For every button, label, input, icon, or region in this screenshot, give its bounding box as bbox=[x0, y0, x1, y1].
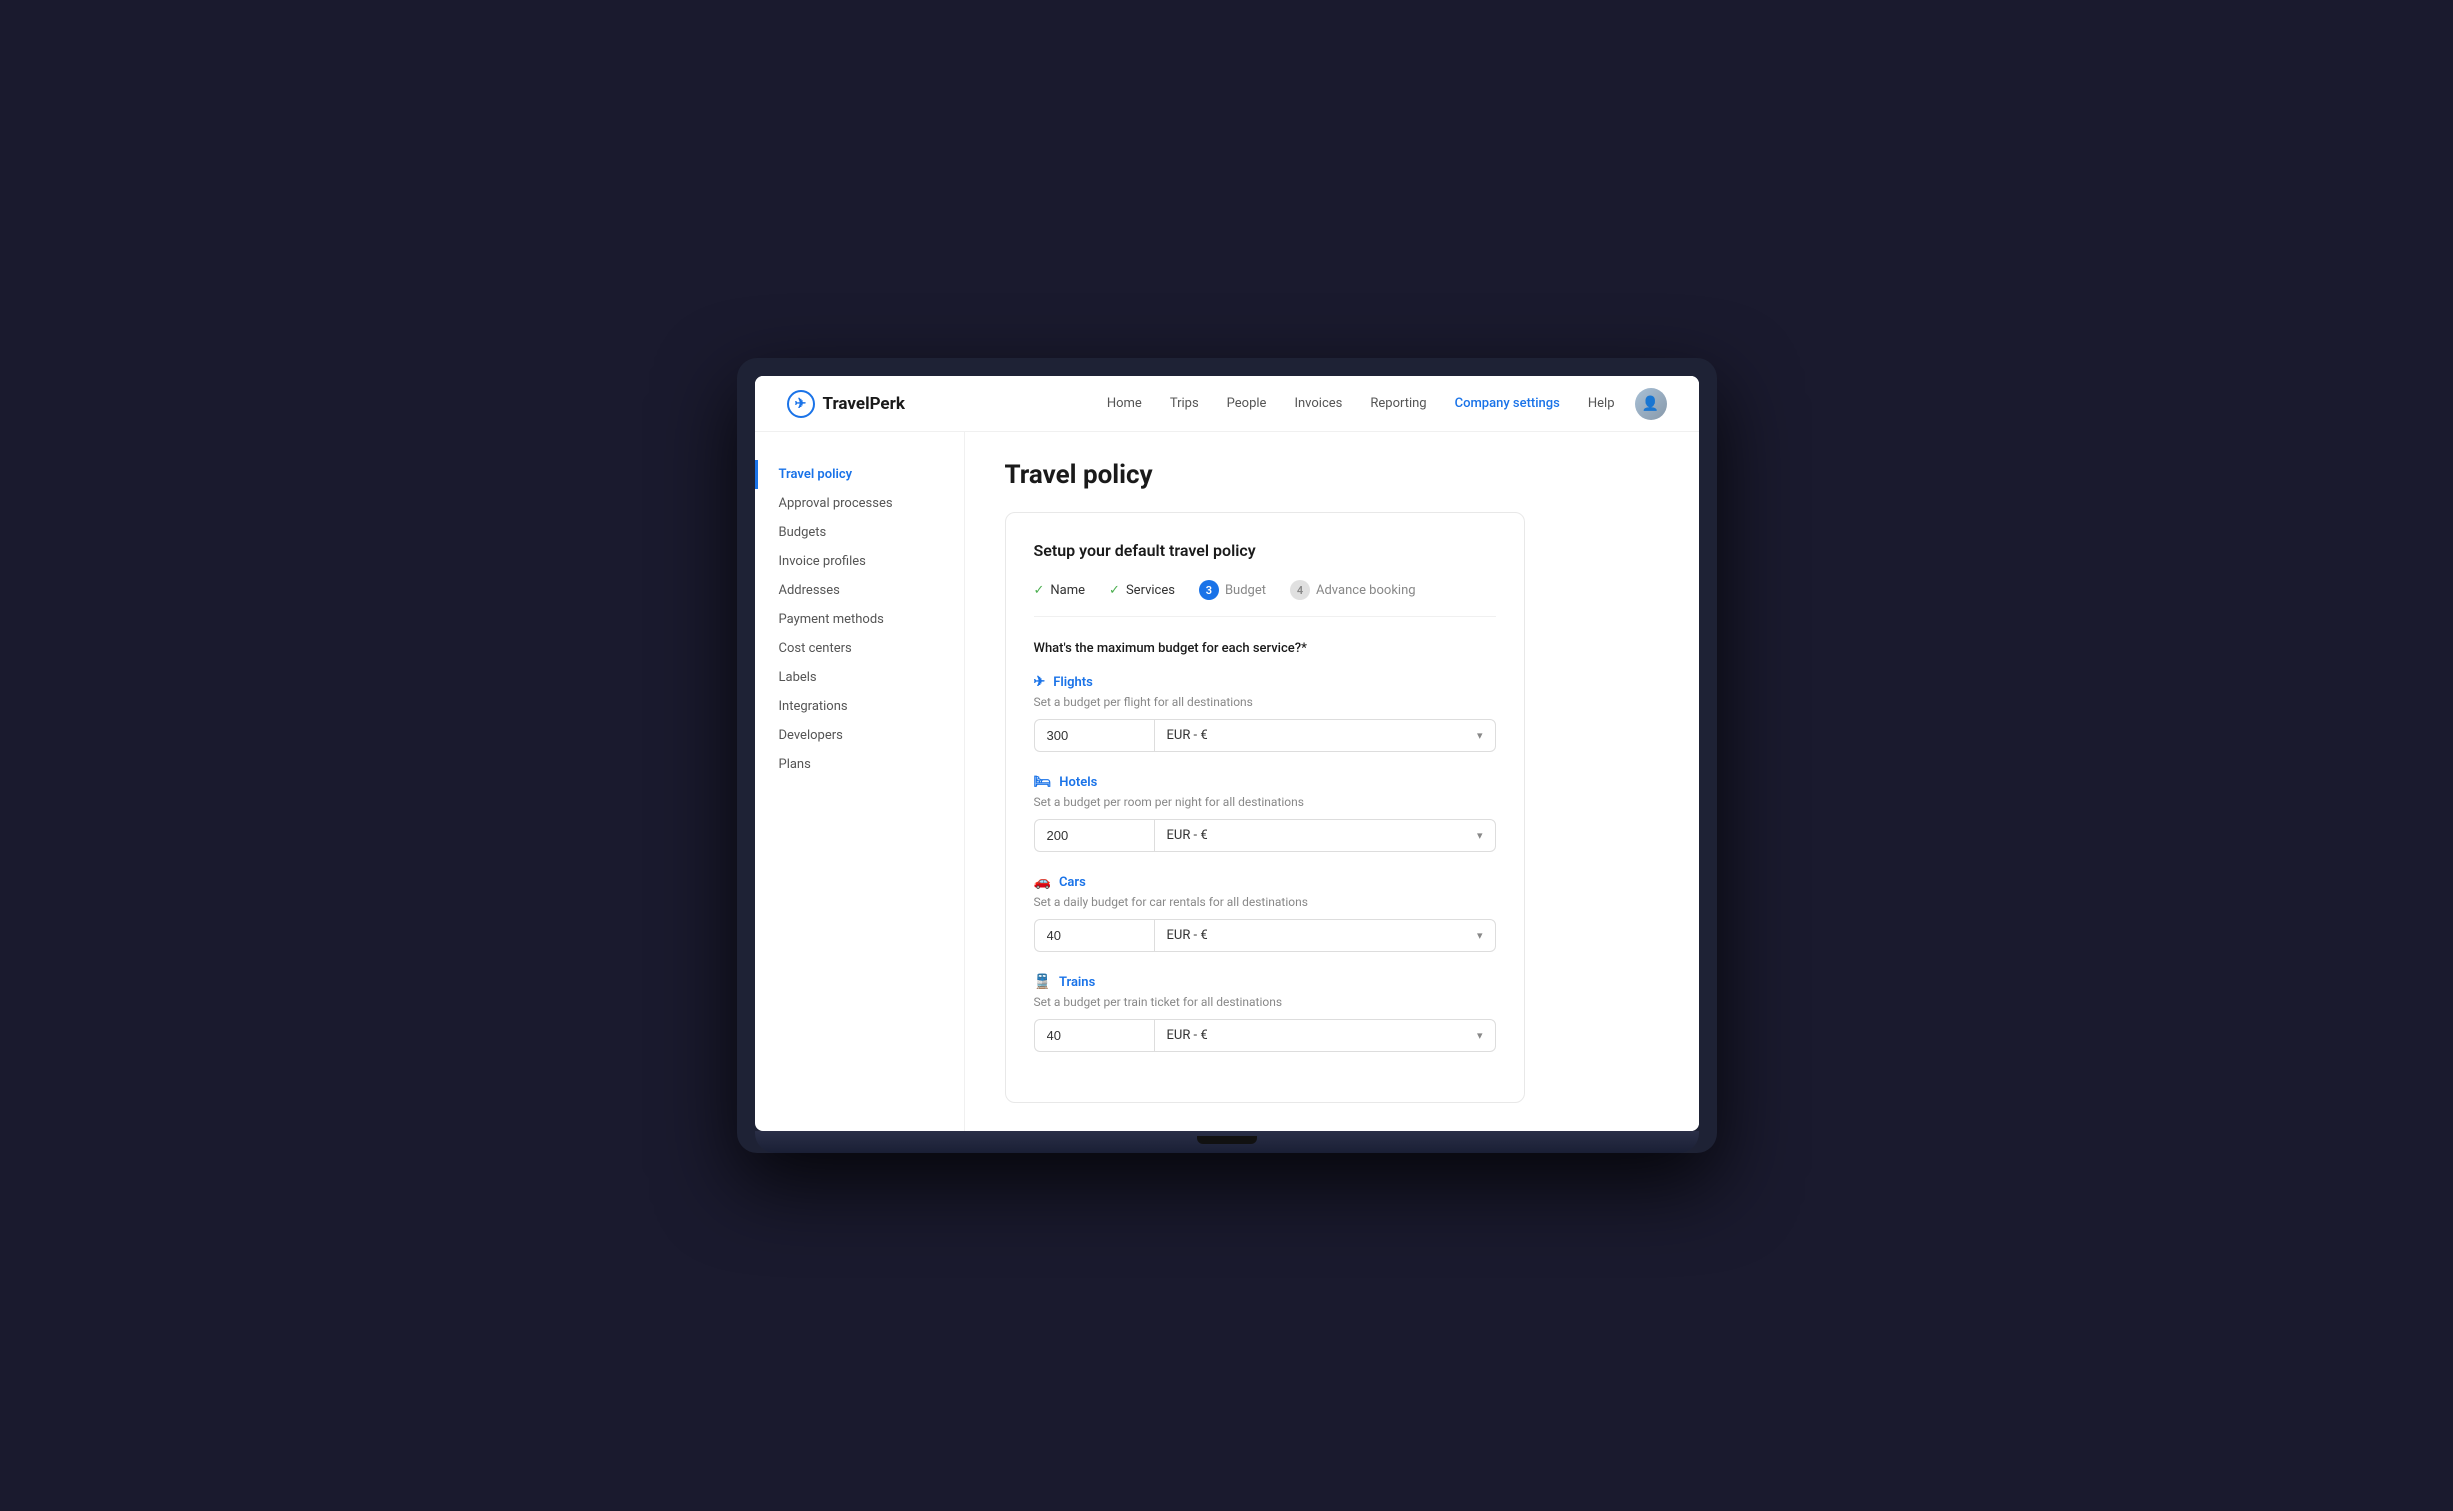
service-flights-title: ✈ Flights bbox=[1034, 674, 1496, 690]
card-title: Setup your default travel policy bbox=[1034, 541, 1496, 560]
top-nav: ✈ TravelPerk Home Trips People Invoices … bbox=[755, 376, 1699, 432]
flights-input-row: EUR - € ▾ bbox=[1034, 719, 1496, 752]
hotels-budget-input[interactable] bbox=[1034, 819, 1154, 852]
nav-company-settings[interactable]: Company settings bbox=[1455, 396, 1560, 411]
cars-currency-select[interactable]: EUR - € ▾ bbox=[1154, 919, 1496, 952]
sidebar: Travel policy Approval processes Budgets… bbox=[755, 432, 965, 1131]
hotels-desc: Set a budget per room per night for all … bbox=[1034, 795, 1496, 809]
laptop-notch bbox=[1197, 1136, 1257, 1144]
sidebar-item-travel-policy[interactable]: Travel policy bbox=[755, 460, 964, 489]
sidebar-item-plans[interactable]: Plans bbox=[755, 750, 964, 779]
page-title: Travel policy bbox=[1005, 460, 1659, 490]
sidebar-item-payment-methods[interactable]: Payment methods bbox=[755, 605, 964, 634]
trains-budget-input[interactable] bbox=[1034, 1019, 1154, 1052]
sidebar-item-invoice-profiles[interactable]: Invoice profiles bbox=[755, 547, 964, 576]
service-flights: ✈ Flights Set a budget per flight for al… bbox=[1034, 674, 1496, 752]
sidebar-item-approval-processes[interactable]: Approval processes bbox=[755, 489, 964, 518]
cars-icon: 🚗 bbox=[1034, 874, 1051, 890]
logo: ✈ TravelPerk bbox=[787, 390, 905, 418]
flights-icon: ✈ bbox=[1034, 674, 1046, 690]
sidebar-item-developers[interactable]: Developers bbox=[755, 721, 964, 750]
flights-desc: Set a budget per flight for all destinat… bbox=[1034, 695, 1496, 709]
cars-budget-input[interactable] bbox=[1034, 919, 1154, 952]
nav-reporting[interactable]: Reporting bbox=[1370, 396, 1426, 411]
trains-chevron-icon: ▾ bbox=[1477, 1029, 1483, 1042]
nav-help[interactable]: Help bbox=[1588, 396, 1615, 411]
hotels-icon: 🛏 bbox=[1034, 774, 1052, 790]
nav-trips[interactable]: Trips bbox=[1170, 396, 1199, 411]
main-content: Travel policy Setup your default travel … bbox=[965, 432, 1699, 1131]
logo-text: TravelPerk bbox=[823, 394, 905, 414]
step-name: ✓ Name bbox=[1034, 583, 1086, 598]
laptop-base bbox=[755, 1131, 1699, 1153]
avatar[interactable]: 👤 bbox=[1635, 388, 1667, 420]
cars-label: Cars bbox=[1059, 875, 1086, 890]
trains-label: Trains bbox=[1059, 975, 1095, 990]
nav-links: Home Trips People Invoices Reporting Com… bbox=[1107, 396, 1615, 411]
step-budget-num: 3 bbox=[1199, 580, 1219, 600]
logo-icon: ✈ bbox=[787, 390, 815, 418]
nav-invoices[interactable]: Invoices bbox=[1294, 396, 1342, 411]
trains-input-row: EUR - € ▾ bbox=[1034, 1019, 1496, 1052]
page-layout: Travel policy Approval processes Budgets… bbox=[755, 432, 1699, 1131]
step-advance-booking: 4 Advance booking bbox=[1290, 580, 1416, 600]
step-name-check: ✓ bbox=[1034, 583, 1045, 598]
sidebar-item-labels[interactable]: Labels bbox=[755, 663, 964, 692]
step-services: ✓ Services bbox=[1109, 583, 1175, 598]
cars-desc: Set a daily budget for car rentals for a… bbox=[1034, 895, 1496, 909]
sidebar-item-addresses[interactable]: Addresses bbox=[755, 576, 964, 605]
policy-card: Setup your default travel policy ✓ Name … bbox=[1005, 512, 1525, 1103]
flights-currency-select[interactable]: EUR - € ▾ bbox=[1154, 719, 1496, 752]
service-hotels-title: 🛏 Hotels bbox=[1034, 774, 1496, 790]
service-cars: 🚗 Cars Set a daily budget for car rental… bbox=[1034, 874, 1496, 952]
service-trains-title: 🚆 Trains bbox=[1034, 974, 1496, 990]
step-advance-label: Advance booking bbox=[1316, 583, 1416, 598]
trains-icon: 🚆 bbox=[1034, 974, 1051, 990]
sidebar-item-integrations[interactable]: Integrations bbox=[755, 692, 964, 721]
section-question: What's the maximum budget for each servi… bbox=[1034, 641, 1496, 656]
sidebar-item-budgets[interactable]: Budgets bbox=[755, 518, 964, 547]
hotels-chevron-icon: ▾ bbox=[1477, 829, 1483, 842]
hotels-label: Hotels bbox=[1059, 775, 1097, 790]
step-services-label: Services bbox=[1126, 583, 1175, 598]
flights-budget-input[interactable] bbox=[1034, 719, 1154, 752]
flights-chevron-icon: ▾ bbox=[1477, 729, 1483, 742]
step-name-label: Name bbox=[1050, 583, 1085, 598]
step-advance-num: 4 bbox=[1290, 580, 1310, 600]
trains-currency-label: EUR - € bbox=[1167, 1028, 1208, 1043]
step-budget: 3 Budget bbox=[1199, 580, 1266, 600]
step-budget-label: Budget bbox=[1225, 583, 1266, 598]
hotels-currency-label: EUR - € bbox=[1167, 828, 1208, 843]
sidebar-item-cost-centers[interactable]: Cost centers bbox=[755, 634, 964, 663]
cars-input-row: EUR - € ▾ bbox=[1034, 919, 1496, 952]
nav-people[interactable]: People bbox=[1227, 396, 1267, 411]
service-trains: 🚆 Trains Set a budget per train ticket f… bbox=[1034, 974, 1496, 1052]
steps-bar: ✓ Name ✓ Services 3 Budget 4 bbox=[1034, 580, 1496, 617]
hotels-currency-select[interactable]: EUR - € ▾ bbox=[1154, 819, 1496, 852]
flights-label: Flights bbox=[1053, 675, 1093, 690]
step-services-check: ✓ bbox=[1109, 583, 1120, 598]
cars-chevron-icon: ▾ bbox=[1477, 929, 1483, 942]
service-hotels: 🛏 Hotels Set a budget per room per night… bbox=[1034, 774, 1496, 852]
cars-currency-label: EUR - € bbox=[1167, 928, 1208, 943]
flights-currency-label: EUR - € bbox=[1167, 728, 1208, 743]
trains-desc: Set a budget per train ticket for all de… bbox=[1034, 995, 1496, 1009]
hotels-input-row: EUR - € ▾ bbox=[1034, 819, 1496, 852]
trains-currency-select[interactable]: EUR - € ▾ bbox=[1154, 1019, 1496, 1052]
nav-home[interactable]: Home bbox=[1107, 396, 1142, 411]
service-cars-title: 🚗 Cars bbox=[1034, 874, 1496, 890]
